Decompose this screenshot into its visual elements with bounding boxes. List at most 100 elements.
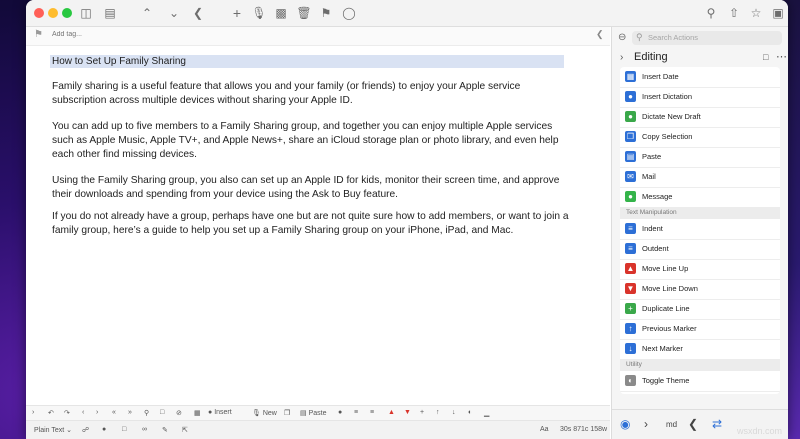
action-toggle-theme[interactable]: ◐ Toggle Theme xyxy=(620,371,780,392)
action-insert-date[interactable]: ▦ Insert Date xyxy=(620,67,780,88)
undo-icon[interactable]: ↶ xyxy=(48,409,54,417)
tag-row: ⚑ xyxy=(26,27,610,46)
action-previous-marker[interactable]: ↑ Previous Marker xyxy=(620,319,780,340)
close-window-button[interactable] xyxy=(34,8,44,18)
action-label: Message xyxy=(642,192,673,201)
minimize-window-button[interactable] xyxy=(48,8,58,18)
document-title-line[interactable]: How to Set Up Family Sharing xyxy=(50,55,564,68)
theme-icon[interactable]: ◐ xyxy=(468,409,472,416)
tag-icon[interactable]: ◯ xyxy=(341,5,357,21)
lightbulb-icon[interactable]: ● xyxy=(102,426,106,433)
chevron-up-icon[interactable]: ⌃ xyxy=(139,5,155,21)
copy-selection-icon: ❐ xyxy=(625,131,636,142)
action-outdent[interactable]: ≡ Outdent xyxy=(620,239,780,260)
previous-marker-icon[interactable]: ↑ xyxy=(436,409,440,416)
move-line-up-icon: ▲ xyxy=(625,263,636,274)
next-marker-icon[interactable]: ↓ xyxy=(452,409,456,416)
keyboard-extension-bar: › ↶ ↷ ‹ › « » ⚲ □ ⊘ ▦ ● Insert 🎙 New ❐ ▤… xyxy=(26,405,610,420)
action-label: Mail xyxy=(642,172,656,181)
back-icon[interactable]: ❮ xyxy=(190,5,206,21)
expand-icon[interactable]: › xyxy=(32,409,34,416)
chevron-left-icon[interactable]: ❮ xyxy=(596,29,604,40)
edit-icon[interactable]: ✎ xyxy=(162,426,168,434)
chevron-right-icon[interactable]: › xyxy=(620,52,623,63)
paragraph-4[interactable]: If you do not already have a group, perh… xyxy=(52,210,572,238)
copy-icon[interactable]: ❐ xyxy=(284,409,290,417)
word-right-icon[interactable]: » xyxy=(128,409,132,416)
cursor-right-icon[interactable]: › xyxy=(96,409,98,416)
duplicate-icon[interactable]: + xyxy=(420,409,424,416)
editor-area[interactable]: How to Set Up Family Sharing Family shar… xyxy=(26,46,610,406)
flag-icon[interactable]: ⚑ xyxy=(318,5,334,21)
trash-icon[interactable]: 🗑 xyxy=(296,5,312,21)
actions-tab-icon[interactable]: ◉ xyxy=(620,417,630,431)
insert-dictation-icon: ● xyxy=(625,91,636,102)
action-mail[interactable]: ✉ Mail xyxy=(620,167,780,188)
markdown-icon[interactable]: md xyxy=(666,420,677,429)
document-icon[interactable]: □ xyxy=(122,426,126,433)
plus-icon[interactable]: + xyxy=(229,5,245,21)
action-move-line-up[interactable]: ▲ Move Line Up xyxy=(620,259,780,280)
redo-icon[interactable]: ↷ xyxy=(64,409,70,417)
move-line-down-icon: ▼ xyxy=(625,283,636,294)
action-duplicate-line[interactable]: + Duplicate Line xyxy=(620,299,780,320)
link-icon[interactable]: ∞ xyxy=(142,426,147,433)
move-down-icon[interactable]: ▼ xyxy=(404,409,411,416)
message-icon[interactable]: ● xyxy=(338,409,342,416)
more-icon[interactable]: ⋯ xyxy=(776,50,787,63)
action-copy-selection[interactable]: ❐ Copy Selection xyxy=(620,127,780,148)
action-insert-dictation[interactable]: ● Insert Dictation xyxy=(620,87,780,108)
action-move-line-down[interactable]: ▼ Move Line Down xyxy=(620,279,780,300)
collapse-panel-icon[interactable]: ⊖ xyxy=(618,32,626,43)
share-icon[interactable]: ⇧ xyxy=(726,5,742,21)
action-dictate-new-draft[interactable]: ● Dictate New Draft xyxy=(620,107,780,128)
action-next-marker[interactable]: ↓ Next Marker xyxy=(620,339,780,360)
find-icon[interactable]: ⚲ xyxy=(144,409,149,417)
syntax-selector[interactable]: Plain Text ⌄ xyxy=(34,426,72,434)
list-icon[interactable]: ▤ xyxy=(102,5,118,21)
chevron-right-icon[interactable]: › xyxy=(644,417,648,431)
action-paste[interactable]: ▤ Paste xyxy=(620,147,780,168)
action-label: Previous Marker xyxy=(642,324,697,333)
search-actions-input[interactable]: ⚲ Search Actions xyxy=(632,31,782,45)
date-icon[interactable]: ▦ xyxy=(194,409,201,417)
chevron-down-icon[interactable]: ⌄ xyxy=(166,5,182,21)
paste-button[interactable]: ▤ Paste xyxy=(300,409,326,417)
archive-icon[interactable]: ▩ xyxy=(273,5,289,21)
action-stats[interactable]: ▁Stats xyxy=(620,391,780,394)
swap-icon[interactable]: ⇄ xyxy=(712,417,722,431)
move-up-icon[interactable]: ▲ xyxy=(388,409,395,416)
word-left-icon[interactable]: « xyxy=(112,409,116,416)
star-icon[interactable]: ☆ xyxy=(748,5,764,21)
window-toolbar: ◫ ▤ ⌃ ⌄ ❮ + 🎙 ▩ 🗑 ⚑ ◯ ⚲ ⇧ ☆ ▣ xyxy=(26,0,788,27)
cursor-left-icon[interactable]: ‹ xyxy=(82,409,84,416)
action-indent[interactable]: ≡ Indent xyxy=(620,219,780,240)
paragraph-1[interactable]: Family sharing is a useful feature that … xyxy=(52,80,572,108)
indent-icon[interactable]: ≡ xyxy=(354,409,358,416)
tag-input[interactable] xyxy=(52,31,252,38)
expand-editor-icon[interactable]: ⇱ xyxy=(182,426,188,434)
clear-icon[interactable]: ⊘ xyxy=(176,409,182,417)
edit-group-icon[interactable]: □ xyxy=(763,52,768,62)
action-label: Copy Selection xyxy=(642,132,693,141)
insert-button[interactable]: ● Insert xyxy=(208,409,232,416)
action-group-title: Editing xyxy=(634,51,668,63)
search-placeholder: Search Actions xyxy=(648,33,699,42)
action-message[interactable]: ● Message xyxy=(620,187,780,208)
stats-icon[interactable]: ▁ xyxy=(484,409,489,417)
new-button[interactable]: 🎙 New xyxy=(252,409,277,417)
actions-panel: ⊖ ⚲ Search Actions › Editing □ ⋯ ▦ Insert… xyxy=(611,27,788,439)
outdent-icon[interactable]: ≡ xyxy=(370,409,374,416)
select-icon[interactable]: □ xyxy=(160,409,164,416)
font-settings-button[interactable]: Aa xyxy=(540,426,549,433)
action-group-header[interactable]: › Editing □ ⋯ xyxy=(620,50,787,67)
paragraph-3[interactable]: Using the Family Sharing group, you also… xyxy=(52,174,572,202)
paragraph-2[interactable]: You can add up to five members to a Fami… xyxy=(52,120,572,162)
search-icon[interactable]: ⚲ xyxy=(703,5,719,21)
sidebar-icon[interactable]: ◫ xyxy=(78,5,94,21)
actions-icon[interactable]: ▣ xyxy=(770,5,786,21)
microphone-icon[interactable]: 🎙 xyxy=(251,5,267,21)
zoom-window-button[interactable] xyxy=(62,8,72,18)
pin-icon[interactable]: ☍ xyxy=(82,426,89,434)
share-icon[interactable]: ❮ xyxy=(688,417,698,431)
